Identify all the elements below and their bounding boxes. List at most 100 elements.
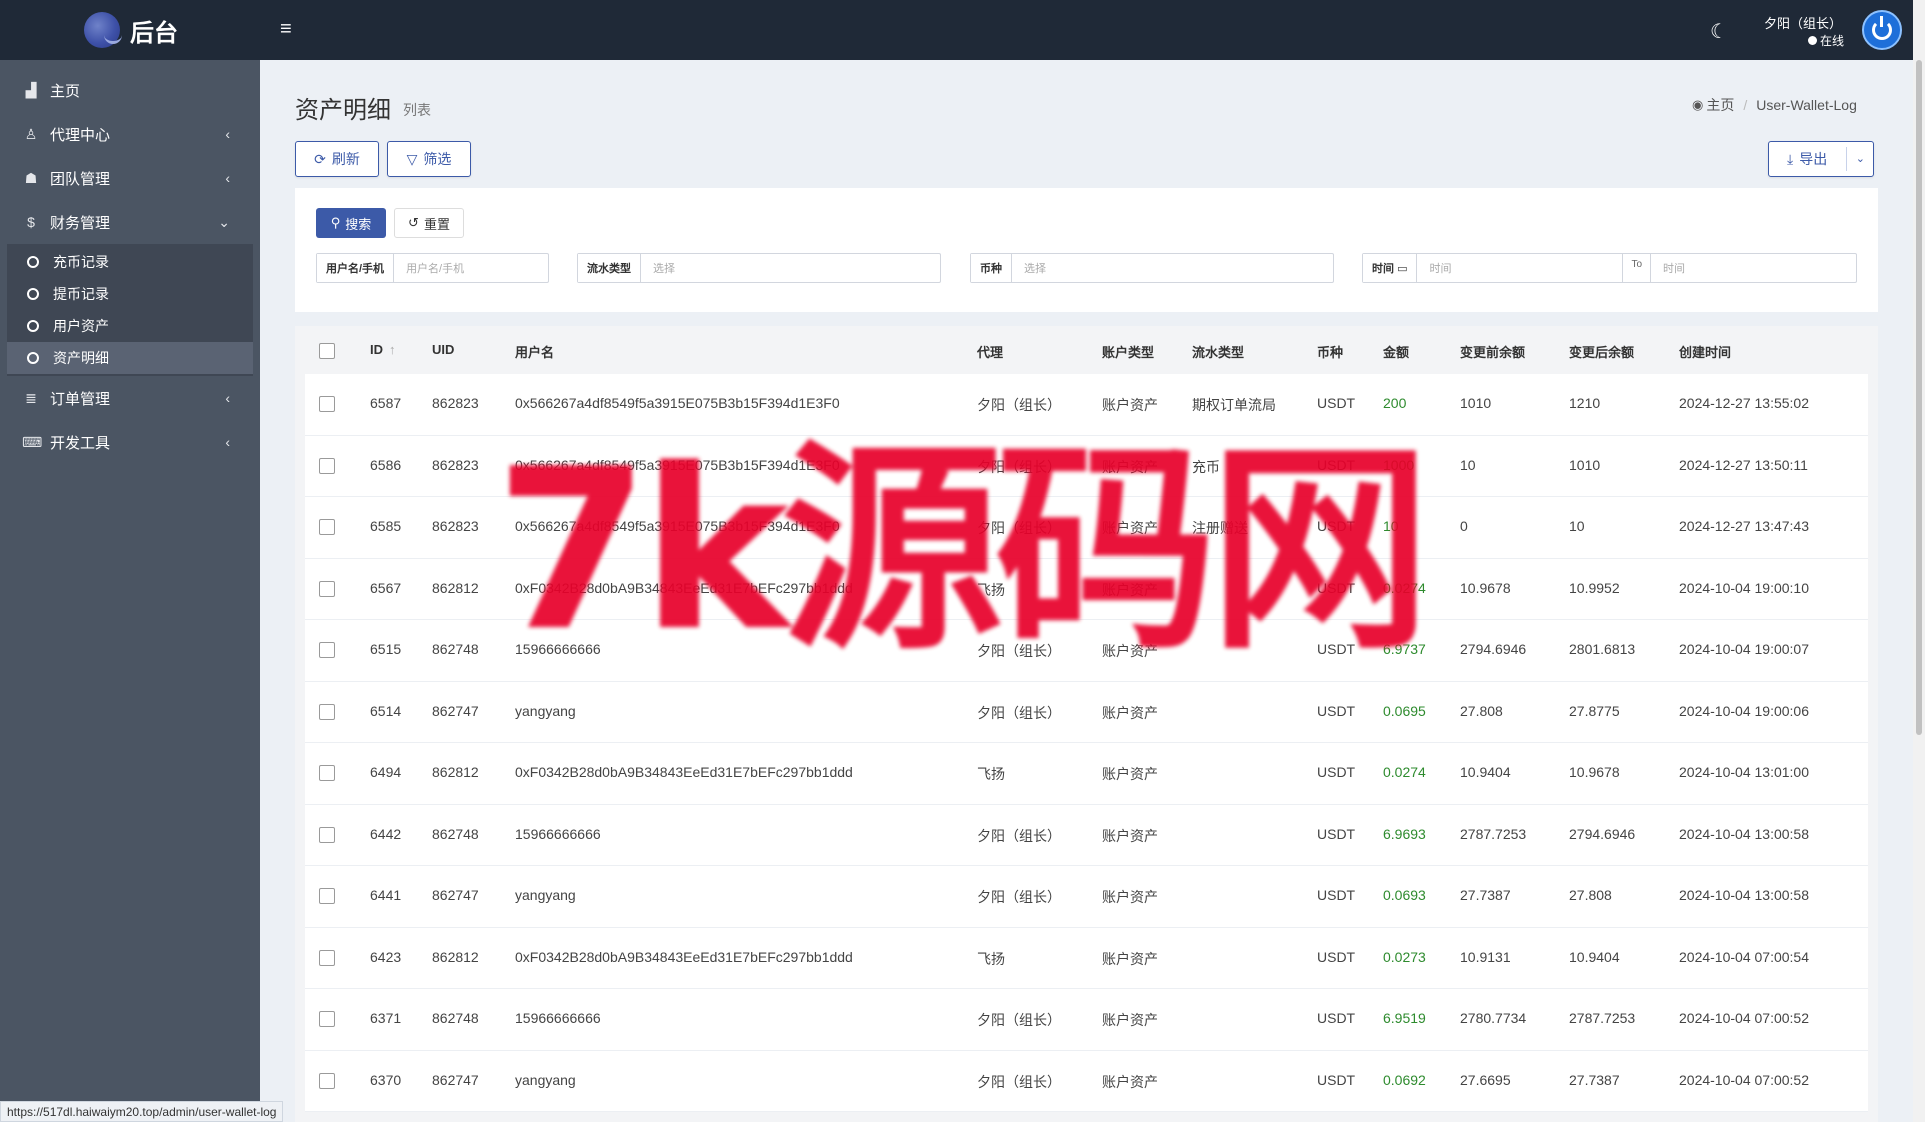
- row-checkbox[interactable]: [319, 765, 335, 781]
- finance-submenu: 充币记录 提币记录 用户资产 资产明细: [7, 244, 253, 376]
- cell-balance-before: 27.7387: [1460, 887, 1511, 903]
- cell-uid: 862748: [432, 641, 479, 657]
- time-label-text: 时间: [1372, 263, 1394, 275]
- column-header-flow-type: 流水类型: [1192, 345, 1245, 360]
- flow-type-select[interactable]: 选择: [641, 254, 940, 282]
- filter-button[interactable]: ▽ 筛选: [387, 141, 471, 177]
- column-header-amount: 金额: [1383, 345, 1410, 360]
- coin-select[interactable]: 选择: [1012, 254, 1333, 282]
- cell-account-type: 账户资产: [1102, 1073, 1158, 1090]
- chevron-down-icon: ⌄: [218, 213, 230, 230]
- cell-agent: 夕阳（组长）: [977, 704, 1061, 721]
- refresh-button[interactable]: ⟳ 刷新: [295, 141, 379, 177]
- table-row[interactable]: 6442 862748 15966666666 夕阳（组长） 账户资产 USDT…: [305, 804, 1868, 866]
- cell-account-type: 账户资产: [1102, 950, 1158, 967]
- sidebar-item-agent-center[interactable]: ♙ 代理中心 ‹: [0, 112, 260, 156]
- cell-created: 2024-10-04 07:00:54: [1679, 948, 1809, 965]
- cell-uid: 862812: [432, 948, 479, 965]
- cell-amount: 0.0695: [1383, 702, 1426, 719]
- row-checkbox[interactable]: [319, 949, 335, 966]
- column-header-id[interactable]: ID ↑: [370, 342, 396, 357]
- theme-toggle-icon[interactable]: ☾: [1710, 19, 1728, 44]
- sidebar-item-home[interactable]: ▟ 主页: [0, 68, 260, 112]
- table-row[interactable]: 6423 862812 0xF0342B28d0bA9B34843EeEd31E…: [305, 927, 1868, 989]
- select-all-checkbox[interactable]: [319, 343, 335, 359]
- search-label: 搜索: [345, 216, 372, 232]
- cell-username: 0xF0342B28d0bA9B34843EeEd31E7bEFc297bb1d…: [515, 948, 853, 965]
- cell-id: 6494: [370, 764, 402, 780]
- cell-account-type: 账户资产: [1102, 766, 1158, 782]
- cell-coin: USDT: [1317, 1071, 1356, 1088]
- cell-uid: 862747: [432, 887, 479, 903]
- export-divider: [1846, 147, 1847, 171]
- cell-uid: 862812: [432, 579, 479, 596]
- column-header-coin: 币种: [1317, 345, 1344, 360]
- sidebar-item-asset-details[interactable]: 资产明细: [7, 342, 253, 374]
- cell-balance-after: 2801.6813: [1569, 641, 1636, 657]
- row-checkbox[interactable]: [319, 642, 335, 658]
- table-row[interactable]: 6441 862747 yangyang 夕阳（组长） 账户资产 USDT 0.…: [305, 866, 1868, 928]
- download-icon: ⤓: [1787, 150, 1794, 167]
- export-button[interactable]: ⤓ 导出 ⌄: [1768, 141, 1874, 177]
- breadcrumb-home[interactable]: 主页: [1706, 95, 1734, 115]
- row-checkbox[interactable]: [319, 519, 335, 535]
- cell-coin: USDT: [1317, 702, 1356, 719]
- row-checkbox[interactable]: [319, 580, 335, 597]
- user-name[interactable]: 夕阳（组长）: [1764, 13, 1842, 32]
- search-button[interactable]: ⚲ 搜索: [316, 208, 386, 238]
- reset-button[interactable]: ↺ 重置: [394, 208, 464, 238]
- cell-id: 6423: [370, 948, 402, 965]
- cell-balance-after: 10.9952: [1569, 579, 1620, 596]
- sidebar-item-orders[interactable]: ≣ 订单管理 ‹: [0, 376, 260, 420]
- cell-uid: 862748: [432, 1010, 479, 1026]
- cell-agent: 夕阳（组长）: [977, 889, 1061, 905]
- power-icon: [1872, 16, 1892, 40]
- column-header-label: ID: [370, 342, 383, 357]
- table-row[interactable]: 6371 862748 15966666666 夕阳（组长） 账户资产 USDT…: [305, 989, 1868, 1051]
- row-checkbox[interactable]: [319, 1072, 335, 1089]
- status-bar-url: https://517dl.haiwaiym20.top/admin/user-…: [0, 1101, 284, 1122]
- sidebar-item-dev-tools[interactable]: ⌨ 开发工具 ‹: [0, 420, 260, 464]
- chevron-down-icon[interactable]: ⌄: [1856, 152, 1865, 165]
- username-input[interactable]: 用户名/手机: [394, 254, 548, 282]
- cell-amount: 200: [1383, 395, 1407, 411]
- cell-balance-after: 27.7387: [1569, 1071, 1620, 1088]
- sidebar-item-finance[interactable]: $ 财务管理 ⌄: [0, 200, 260, 244]
- row-checkbox[interactable]: [319, 396, 335, 412]
- sort-arrow-icon[interactable]: ↑: [389, 342, 396, 357]
- cell-id: 6371: [370, 1010, 402, 1026]
- sidebar-item-label: 订单管理: [50, 390, 111, 408]
- cell-balance-after: 1010: [1569, 456, 1601, 473]
- brand[interactable]: 后台: [0, 0, 260, 60]
- table-row[interactable]: 6494 862812 0xF0342B28d0bA9B34843EeEd31E…: [305, 743, 1868, 805]
- table-row[interactable]: 6370 862747 yangyang 夕阳（组长） 账户资产 USDT 0.…: [305, 1050, 1868, 1112]
- sidebar-item-withdraw-records[interactable]: 提币记录: [7, 278, 253, 310]
- sidebar-item-user-assets[interactable]: 用户资产: [7, 310, 253, 342]
- cell-balance-before: 2780.7734: [1460, 1010, 1527, 1026]
- cell-account-type: 账户资产: [1102, 397, 1158, 413]
- scrollbar-thumb[interactable]: [1916, 60, 1922, 735]
- brand-title: 后台: [130, 19, 178, 47]
- column-header-account-type: 账户类型: [1102, 345, 1155, 360]
- sidebar-item-deposit-records[interactable]: 充币记录: [7, 246, 253, 278]
- sidebar-item-label: 充币记录: [53, 254, 109, 270]
- menu-toggle-icon[interactable]: ≡: [280, 18, 292, 41]
- cell-balance-before: 10.9678: [1460, 579, 1511, 596]
- time-from-input[interactable]: 时间: [1417, 254, 1622, 282]
- row-checkbox[interactable]: [319, 457, 335, 474]
- cell-coin: USDT: [1317, 948, 1356, 965]
- sidebar-item-team[interactable]: ☗ 团队管理 ‹: [0, 156, 260, 200]
- filter-panel: ⚲ 搜索 ↺ 重置 用户名/手机 用户名/手机 流水类型 选择 币种 选择 时间…: [295, 188, 1878, 312]
- sidebar-item-label: 提币记录: [53, 286, 109, 302]
- row-checkbox[interactable]: [319, 703, 335, 720]
- row-checkbox[interactable]: [319, 888, 335, 904]
- cell-uid: 862823: [432, 456, 479, 473]
- sidebar-item-label: 用户资产: [53, 318, 109, 334]
- time-to-input[interactable]: 时间: [1651, 254, 1856, 282]
- table-row[interactable]: 6514 862747 yangyang 夕阳（组长） 账户资产 USDT 0.…: [305, 681, 1868, 743]
- avatar[interactable]: [1862, 10, 1902, 50]
- cell-coin: USDT: [1317, 887, 1356, 903]
- page-scrollbar[interactable]: [1913, 0, 1925, 1122]
- row-checkbox[interactable]: [319, 1011, 335, 1027]
- row-checkbox[interactable]: [319, 826, 335, 843]
